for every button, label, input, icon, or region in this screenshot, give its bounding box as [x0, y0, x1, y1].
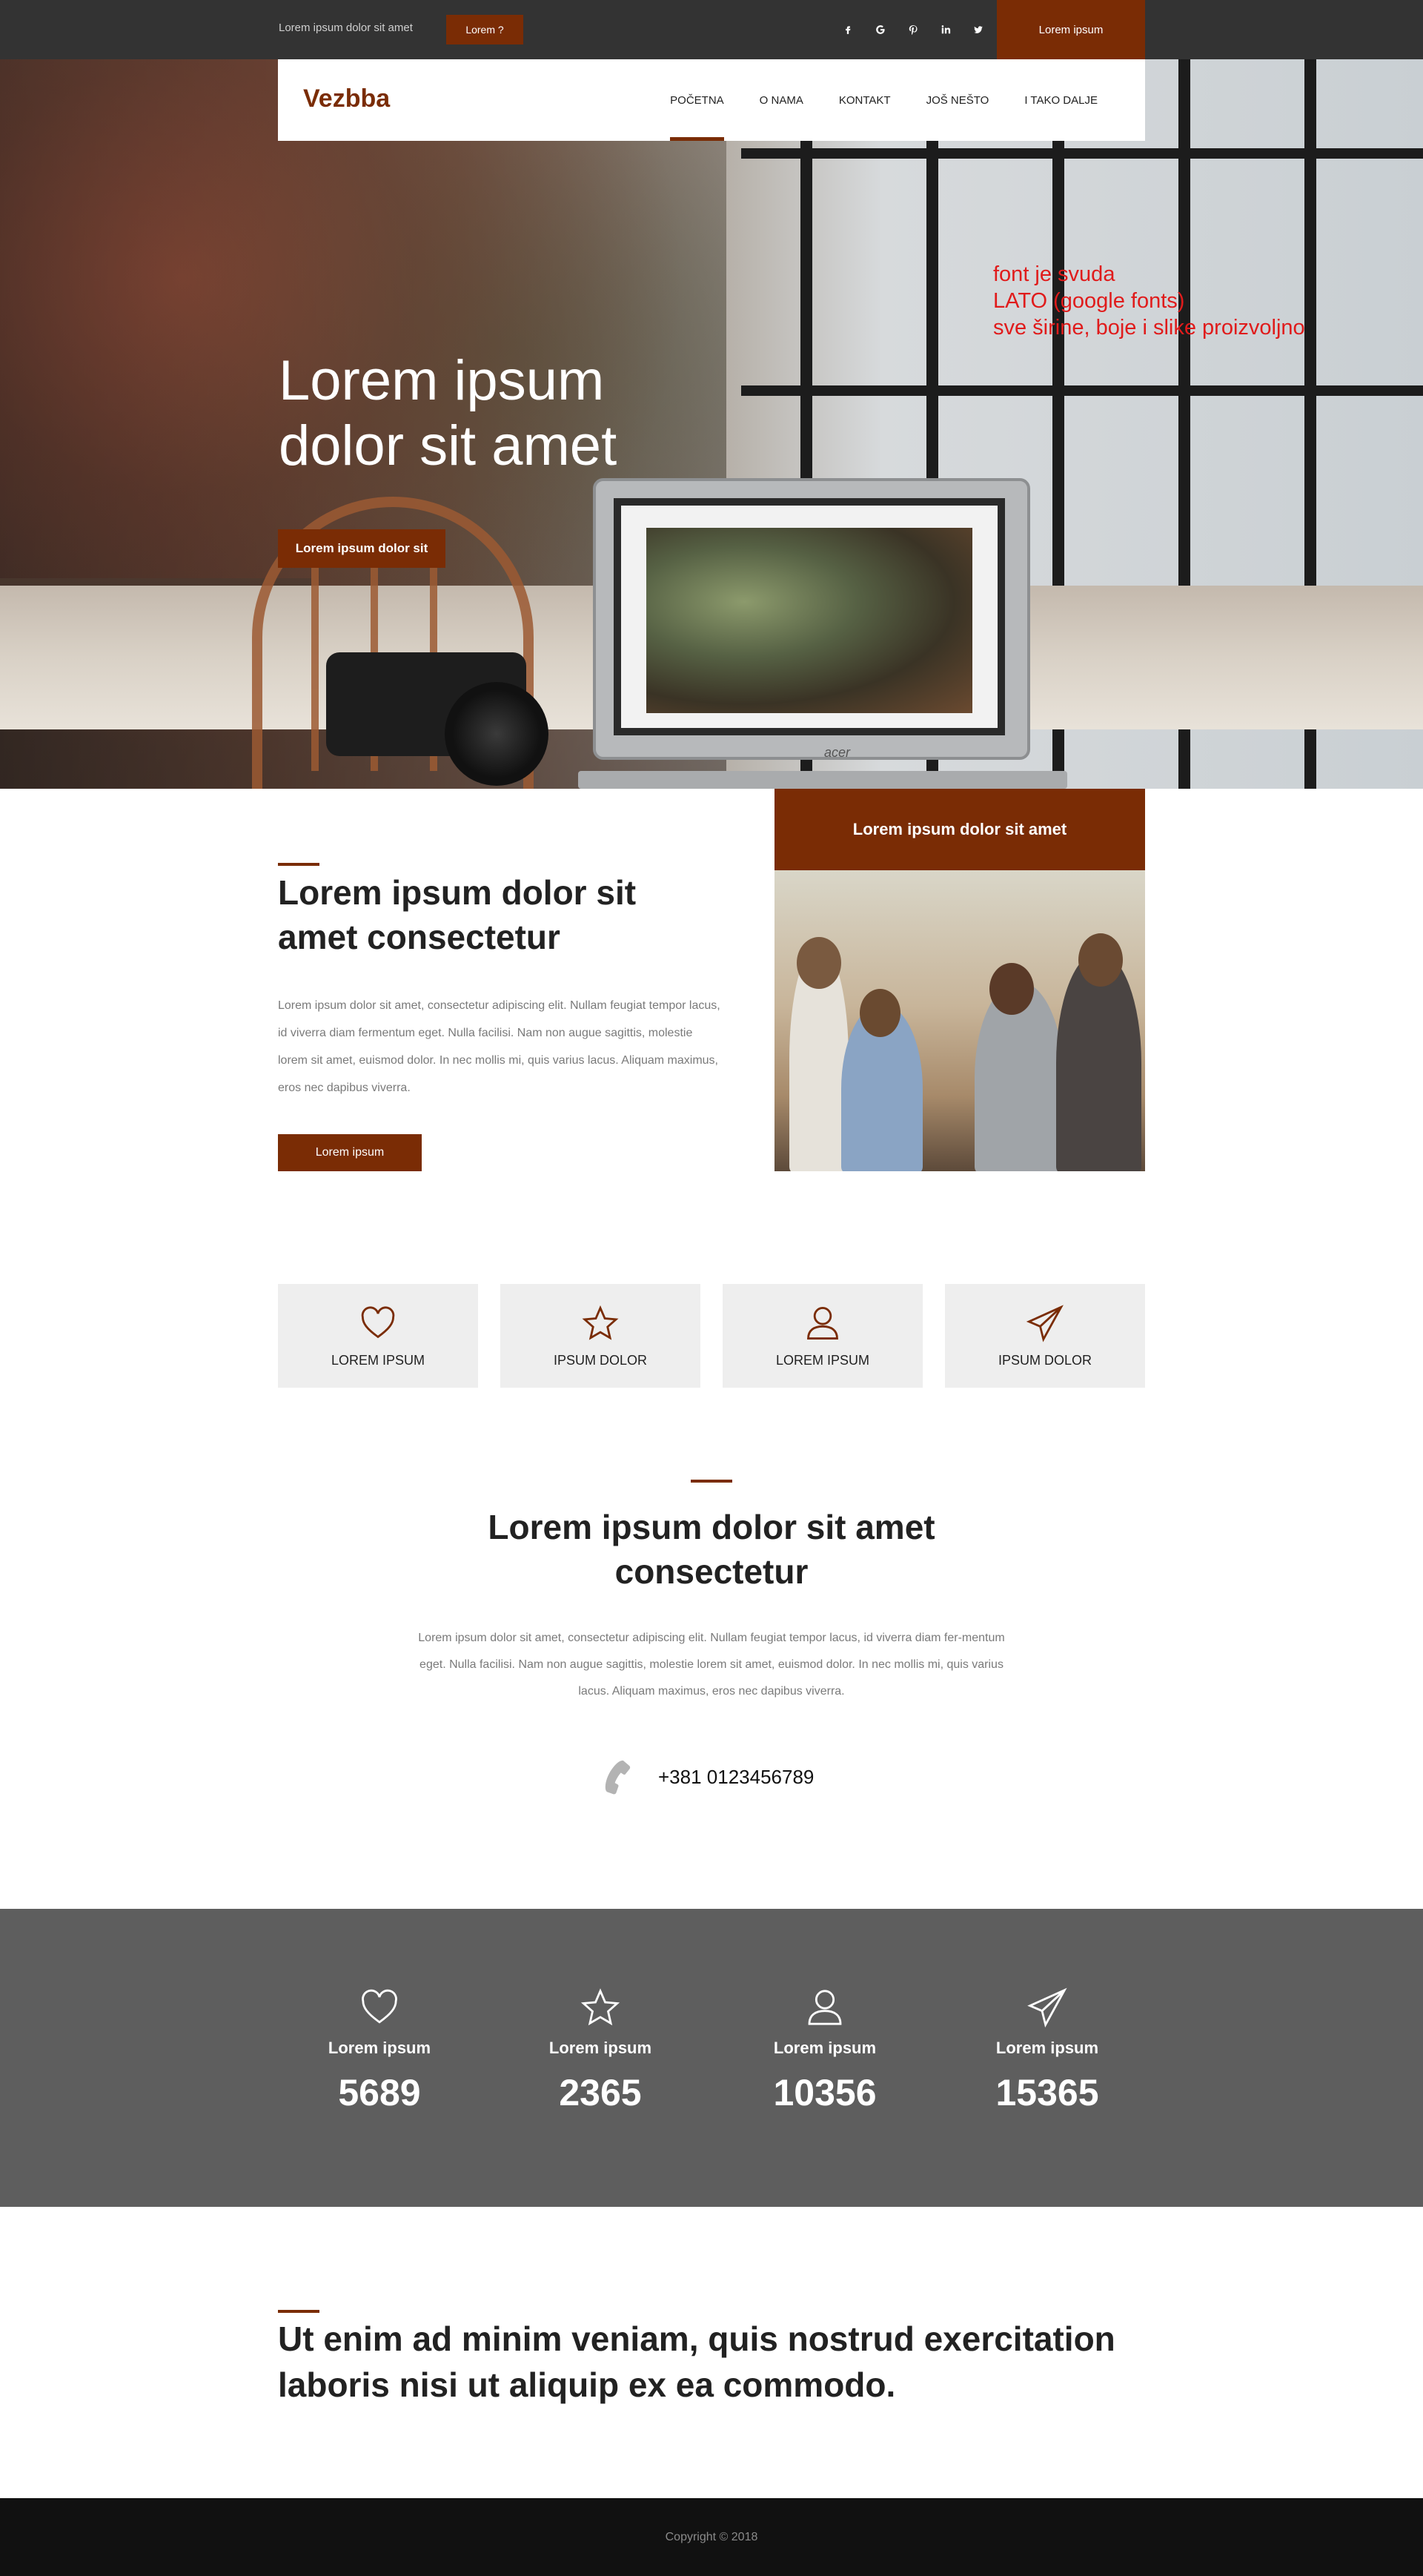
feature-label: IPSUM DOLOR	[998, 1352, 1092, 1368]
topbar-text: Lorem ipsum dolor sit amet	[279, 21, 413, 34]
accent-line	[691, 1480, 732, 1483]
pinterest-icon[interactable]	[897, 21, 929, 39]
note-line: sve širine, boje i slike proizvoljno	[993, 316, 1305, 340]
nav-item-pocetna[interactable]: POČETNA	[652, 59, 742, 141]
main-navigation: Vezbba POČETNA O NAMA KONTAKT JOŠ NEŠTO …	[278, 59, 1145, 141]
feature-label: IPSUM DOLOR	[553, 1352, 648, 1368]
linkedin-icon[interactable]	[929, 21, 962, 39]
hero-section: acer	[0, 59, 1423, 789]
stat-value: 2365	[559, 2072, 642, 2113]
stat-item: Lorem ipsum 5689	[283, 1987, 476, 2114]
heart-icon	[362, 1989, 397, 2024]
stat-item: Lorem ipsum 15365	[951, 1987, 1144, 2114]
about-card-header: Lorem ipsum dolor sit amet	[774, 789, 1145, 870]
quote-heading: Ut enim ad minim veniam, quis nostrud ex…	[278, 2320, 1115, 2404]
user-icon	[808, 1990, 842, 2025]
feature-boxes: LOREM IPSUM IPSUM DOLOR LOREM IPSUM IPSU…	[278, 1284, 1145, 1388]
center-title: Lorem ipsum dolor sit amet consectetur	[488, 1508, 935, 1591]
paper-plane-icon	[1026, 1304, 1064, 1342]
feature-box[interactable]: LOREM IPSUM	[278, 1284, 478, 1388]
stat-value: 15365	[995, 2072, 1099, 2113]
stat-label: Lorem ipsum	[995, 2039, 1099, 2057]
phone-contact[interactable]: +381 0123456789	[597, 1757, 814, 1797]
feature-box[interactable]: IPSUM DOLOR	[500, 1284, 700, 1388]
paper-plane-icon	[1027, 1987, 1067, 2028]
footer: Copyright © 2018	[0, 2498, 1423, 2576]
topbar-cta-button[interactable]: Lorem ipsum	[997, 0, 1145, 59]
hero-title-line: dolor sit amet	[279, 414, 617, 477]
about-button[interactable]: Lorem ipsum	[278, 1134, 422, 1171]
hero-title: Lorem ipsum dolor sit amet	[279, 348, 617, 479]
topbar-button[interactable]: Lorem ?	[446, 15, 523, 44]
star-icon	[582, 1305, 619, 1340]
stat-value: 5689	[338, 2072, 421, 2113]
note-line: LATO (google fonts)	[993, 289, 1185, 313]
nav-item-jos-nesto[interactable]: JOŠ NEŠTO	[909, 59, 1007, 141]
nav-menu: POČETNA O NAMA KONTAKT JOŠ NEŠTO I TAKO …	[652, 59, 1115, 141]
about-text: Lorem ipsum dolor sit amet, consectetur …	[278, 999, 720, 1094]
center-text: Lorem ipsum dolor sit amet, consectetur …	[418, 1632, 1005, 1698]
copyright-text: Copyright © 2018	[665, 2530, 758, 2543]
feature-label: LOREM IPSUM	[331, 1352, 425, 1368]
friends-photo	[774, 870, 1145, 1171]
about-title: Lorem ipsum dolor sit amet consectetur	[278, 873, 637, 956]
camera-lens	[445, 682, 548, 786]
stat-label: Lorem ipsum	[328, 2039, 431, 2057]
google-icon[interactable]	[864, 21, 897, 39]
designer-note: font je svuda LATO (google fonts) sve ši…	[993, 261, 1305, 341]
star-icon	[580, 1988, 620, 2026]
feature-box[interactable]: IPSUM DOLOR	[945, 1284, 1145, 1388]
laptop-brand: acer	[824, 745, 851, 760]
twitter-icon[interactable]	[962, 21, 995, 39]
stats-section: Lorem ipsum 5689 Lorem ipsum 2365 Lorem …	[0, 1909, 1423, 2207]
stat-item: Lorem ipsum 2365	[504, 1987, 697, 2114]
stat-item: Lorem ipsum 10356	[729, 1987, 921, 2114]
top-bar: Lorem ipsum dolor sit amet Lorem ? Lorem…	[0, 0, 1423, 59]
hero-button[interactable]: Lorem ipsum dolor sit	[278, 529, 445, 568]
stat-label: Lorem ipsum	[548, 2039, 652, 2057]
accent-line	[278, 863, 319, 866]
note-line: font je svuda	[993, 262, 1115, 286]
heart-icon	[361, 1306, 395, 1338]
nav-item-o-nama[interactable]: O NAMA	[742, 59, 821, 141]
nav-item-kontakt[interactable]: KONTAKT	[821, 59, 909, 141]
phone-number: +381 0123456789	[658, 1765, 815, 1788]
accent-line	[278, 2310, 319, 2313]
nav-item-i-tako-dalje[interactable]: I TAKO DALJE	[1006, 59, 1115, 141]
stat-label: Lorem ipsum	[773, 2039, 877, 2057]
hero-title-line: Lorem ipsum	[279, 349, 605, 412]
user-icon	[807, 1306, 838, 1340]
feature-label: LOREM IPSUM	[775, 1352, 870, 1368]
social-links	[832, 21, 995, 39]
feature-box[interactable]: LOREM IPSUM	[723, 1284, 923, 1388]
phone-icon	[605, 1760, 631, 1795]
site-logo[interactable]: Vezbba	[303, 85, 390, 113]
stat-value: 10356	[773, 2072, 877, 2113]
facebook-icon[interactable]	[832, 21, 864, 39]
